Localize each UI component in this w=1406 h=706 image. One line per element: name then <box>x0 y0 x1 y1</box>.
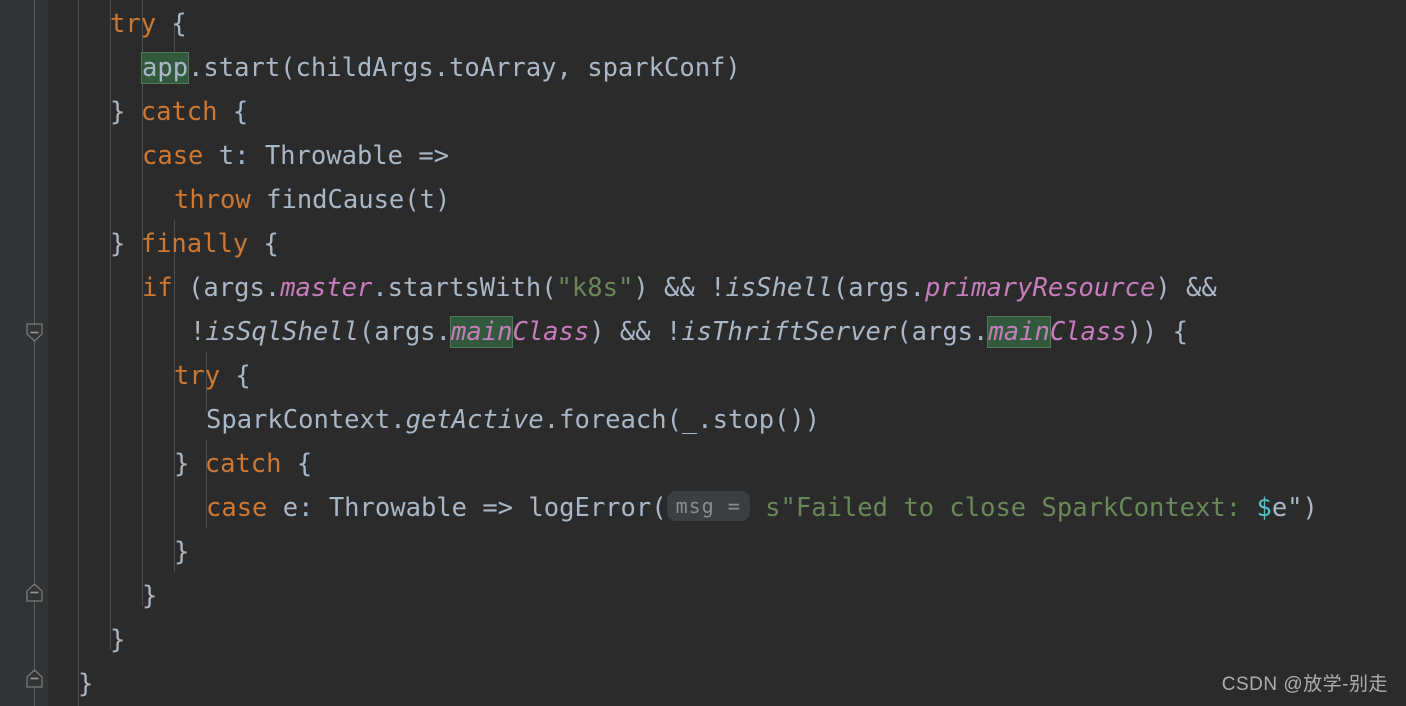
fold-rail <box>34 340 35 586</box>
code-token: { <box>220 361 251 391</box>
code-token: isThriftServer <box>681 317 897 347</box>
code-line[interactable]: } <box>48 662 93 706</box>
code-token: .foreach(_.stop()) <box>543 405 821 435</box>
code-token: ! <box>190 317 206 347</box>
code-token: getActive <box>405 405 544 435</box>
code-token: e: Throwable => logError( <box>267 493 667 523</box>
usage-highlight-token: main <box>988 317 1050 347</box>
code-line[interactable]: } <box>48 530 189 574</box>
code-token: ") <box>1287 493 1318 523</box>
code-line[interactable]: case t: Throwable => <box>48 134 449 178</box>
code-token: { <box>156 9 187 39</box>
code-token: "k8s" <box>556 273 634 303</box>
code-token: (args. <box>896 317 989 347</box>
code-token: if <box>142 273 173 303</box>
code-token: (args. <box>832 273 926 303</box>
code-line[interactable]: case e: Throwable => logError(msg = s"Fa… <box>48 486 1318 530</box>
code-line[interactable]: !isSqlShell(args.mainClass) && !isThrift… <box>48 310 1188 354</box>
usage-highlight-token: app <box>142 53 189 83</box>
code-line[interactable]: } <box>48 574 157 618</box>
code-token: .startsWith( <box>372 273 557 303</box>
code-token: ) && <box>1155 273 1217 303</box>
code-line[interactable]: } <box>48 618 125 662</box>
code-editor: try {app.start(childArgs.toArray, sparkC… <box>0 0 1406 706</box>
code-token: try <box>110 9 157 39</box>
code-token: case <box>142 141 204 171</box>
code-token: (args. <box>358 317 452 347</box>
code-line[interactable]: if (args.master.startsWith("k8s") && !is… <box>48 266 1217 310</box>
code-token: findCause(t) <box>250 185 451 215</box>
code-token: master <box>280 273 373 303</box>
code-token: try <box>174 361 221 391</box>
fold-rail <box>34 0 35 326</box>
code-token: } <box>142 581 158 611</box>
code-token: isSqlShell <box>205 317 359 347</box>
fold-rail <box>34 686 35 706</box>
code-token: s"Failed to close SparkContext: <box>765 493 1257 523</box>
code-line[interactable]: try { <box>48 354 251 398</box>
parameter-hint-chip[interactable]: msg = <box>666 491 750 521</box>
code-line[interactable]: } catch { <box>48 442 312 486</box>
code-token: throw <box>174 185 251 215</box>
code-token: SparkContext. <box>206 405 406 435</box>
code-token: } <box>78 669 94 699</box>
code-surface[interactable]: try {app.start(childArgs.toArray, sparkC… <box>48 0 1406 706</box>
code-token: catch <box>140 97 218 127</box>
code-token: } <box>174 449 205 479</box>
code-token: Class <box>512 317 590 347</box>
fold-end-marker-icon[interactable] <box>25 322 44 343</box>
code-token: )) { <box>1126 317 1188 347</box>
code-token: } <box>110 625 126 655</box>
code-token: ) && ! <box>633 273 726 303</box>
code-token: } <box>110 229 141 259</box>
code-token: e <box>1271 493 1288 523</box>
code-line[interactable]: } catch { <box>48 90 248 134</box>
code-token: isShell <box>725 273 833 303</box>
code-token: { <box>281 449 313 479</box>
code-token: catch <box>204 449 282 479</box>
code-token: Class <box>1049 317 1127 347</box>
code-token: } <box>174 537 190 567</box>
code-line[interactable]: SparkContext.getActive.foreach(_.stop()) <box>48 398 820 442</box>
code-token: finally <box>140 229 249 259</box>
code-token: primaryResource <box>925 273 1156 303</box>
code-token: $ <box>1256 493 1272 523</box>
code-token: case <box>206 493 268 523</box>
fold-start-marker-icon[interactable] <box>25 582 44 603</box>
code-token: .start(childArgs.toArray, sparkConf) <box>188 53 741 83</box>
code-line[interactable]: throw findCause(t) <box>48 178 450 222</box>
code-line[interactable]: } finally { <box>48 222 279 266</box>
fold-start-marker-icon[interactable] <box>25 668 44 689</box>
code-token: ) && ! <box>589 317 682 347</box>
code-token: (args. <box>172 273 281 303</box>
csdn-watermark: CSDN @放学-别走 <box>1221 674 1388 695</box>
code-token: { <box>217 97 249 127</box>
editor-gutter[interactable] <box>0 0 23 706</box>
code-token: } <box>110 97 141 127</box>
code-line[interactable]: app.start(childArgs.toArray, sparkConf) <box>48 46 741 90</box>
usage-highlight-token: main <box>451 317 513 347</box>
code-token: { <box>248 229 279 259</box>
fold-rail <box>34 600 35 672</box>
code-line[interactable]: try { <box>48 2 187 46</box>
code-token: t: Throwable => <box>203 141 450 171</box>
